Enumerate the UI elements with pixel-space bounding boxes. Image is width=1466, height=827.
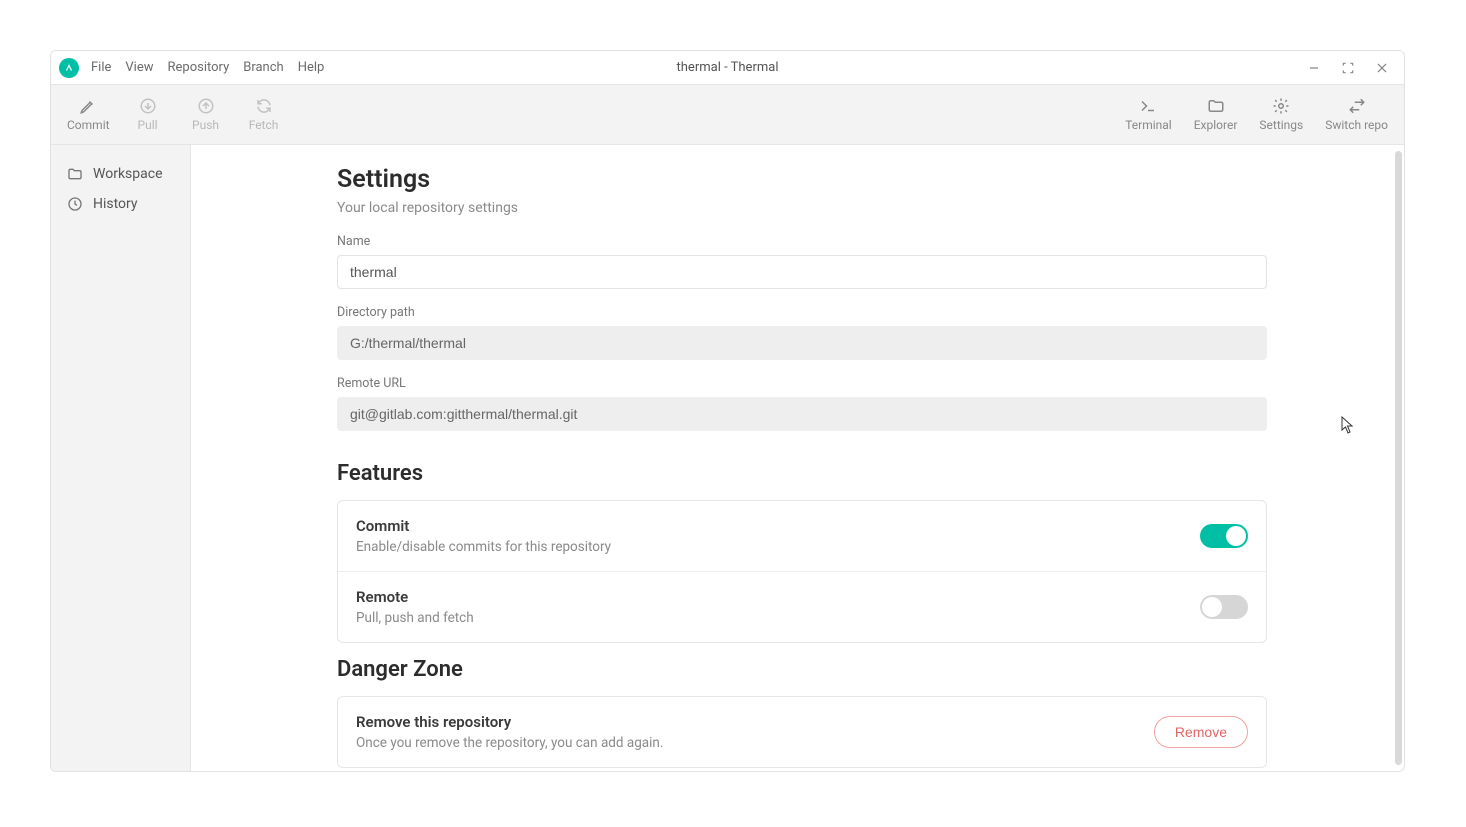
push-button[interactable]: Push bbox=[186, 97, 226, 132]
sidebar-item-workspace[interactable]: Workspace bbox=[51, 159, 190, 189]
swap-icon bbox=[1348, 97, 1366, 115]
app-logo bbox=[59, 58, 79, 78]
danger-item-desc: Once you remove the repository, you can … bbox=[356, 735, 1154, 751]
pull-label: Pull bbox=[138, 118, 158, 132]
menu-help[interactable]: Help bbox=[298, 60, 325, 75]
danger-item-title: Remove this repository bbox=[356, 713, 1154, 731]
arrow-up-circle-icon bbox=[197, 97, 215, 115]
menu-view[interactable]: View bbox=[125, 60, 153, 75]
gear-icon bbox=[1272, 97, 1290, 115]
scrollbar[interactable] bbox=[1395, 151, 1402, 765]
maximize-button[interactable] bbox=[1340, 60, 1356, 76]
content-scroll[interactable]: Settings Your local repository settings … bbox=[191, 145, 1404, 771]
sidebar: Workspace History bbox=[51, 145, 191, 771]
remote-url-input bbox=[337, 397, 1267, 431]
feature-commit: Commit Enable/disable commits for this r… bbox=[338, 501, 1266, 571]
arrow-down-circle-icon bbox=[139, 97, 157, 115]
danger-title: Danger Zone bbox=[337, 657, 1267, 682]
titlebar: File View Repository Branch Help thermal… bbox=[51, 51, 1404, 85]
menu-repository[interactable]: Repository bbox=[168, 60, 230, 75]
features-card: Commit Enable/disable commits for this r… bbox=[337, 500, 1267, 643]
danger-card: Remove this repository Once you remove t… bbox=[337, 696, 1267, 768]
folder-icon bbox=[1207, 97, 1225, 115]
settings-title: Settings bbox=[337, 165, 1267, 194]
edit-icon bbox=[79, 97, 97, 115]
settings-button[interactable]: Settings bbox=[1259, 97, 1303, 132]
fetch-label: Fetch bbox=[249, 118, 279, 132]
feature-remote-title: Remote bbox=[356, 588, 1200, 606]
terminal-button[interactable]: Terminal bbox=[1125, 97, 1172, 132]
window-controls bbox=[1306, 60, 1396, 76]
features-title: Features bbox=[337, 461, 1267, 486]
danger-row: Remove this repository Once you remove t… bbox=[338, 697, 1266, 767]
sidebar-item-history[interactable]: History bbox=[51, 189, 190, 219]
pull-button[interactable]: Pull bbox=[128, 97, 168, 132]
commit-label: Commit bbox=[67, 118, 110, 132]
commit-button[interactable]: Commit bbox=[67, 97, 110, 132]
feature-commit-desc: Enable/disable commits for this reposito… bbox=[356, 539, 1200, 555]
folder-icon bbox=[67, 166, 83, 182]
main-menu: File View Repository Branch Help bbox=[91, 60, 324, 75]
switch-repo-label: Switch repo bbox=[1325, 118, 1388, 132]
push-label: Push bbox=[192, 118, 219, 132]
feature-remote-toggle[interactable] bbox=[1200, 595, 1248, 619]
settings-label: Settings bbox=[1259, 118, 1303, 132]
feature-commit-title: Commit bbox=[356, 517, 1200, 535]
explorer-button[interactable]: Explorer bbox=[1194, 97, 1238, 132]
fetch-button[interactable]: Fetch bbox=[244, 97, 284, 132]
remove-repo-button[interactable]: Remove bbox=[1154, 716, 1248, 748]
terminal-icon bbox=[1139, 97, 1157, 115]
menu-file[interactable]: File bbox=[91, 60, 111, 75]
terminal-label: Terminal bbox=[1125, 118, 1172, 132]
toolbar: Commit Pull Push Fetch bbox=[51, 85, 1404, 145]
window-title: thermal - Thermal bbox=[677, 60, 779, 75]
settings-subtitle: Your local repository settings bbox=[337, 200, 1267, 216]
minimize-button[interactable] bbox=[1306, 60, 1322, 76]
clock-icon bbox=[67, 196, 83, 212]
feature-remote-desc: Pull, push and fetch bbox=[356, 610, 1200, 626]
directory-label: Directory path bbox=[337, 305, 1267, 320]
content: Settings Your local repository settings … bbox=[337, 145, 1267, 771]
name-input[interactable] bbox=[337, 255, 1267, 289]
directory-input bbox=[337, 326, 1267, 360]
menu-branch[interactable]: Branch bbox=[243, 60, 283, 75]
switch-repo-button[interactable]: Switch repo bbox=[1325, 97, 1388, 132]
explorer-label: Explorer bbox=[1194, 118, 1238, 132]
refresh-icon bbox=[255, 97, 273, 115]
sidebar-item-label: Workspace bbox=[93, 166, 163, 182]
close-button[interactable] bbox=[1374, 60, 1390, 76]
feature-commit-toggle[interactable] bbox=[1200, 524, 1248, 548]
feature-remote: Remote Pull, push and fetch bbox=[338, 571, 1266, 642]
name-label: Name bbox=[337, 234, 1267, 249]
app-window: File View Repository Branch Help thermal… bbox=[50, 50, 1405, 772]
sidebar-item-label: History bbox=[93, 196, 138, 212]
remote-url-label: Remote URL bbox=[337, 376, 1267, 391]
